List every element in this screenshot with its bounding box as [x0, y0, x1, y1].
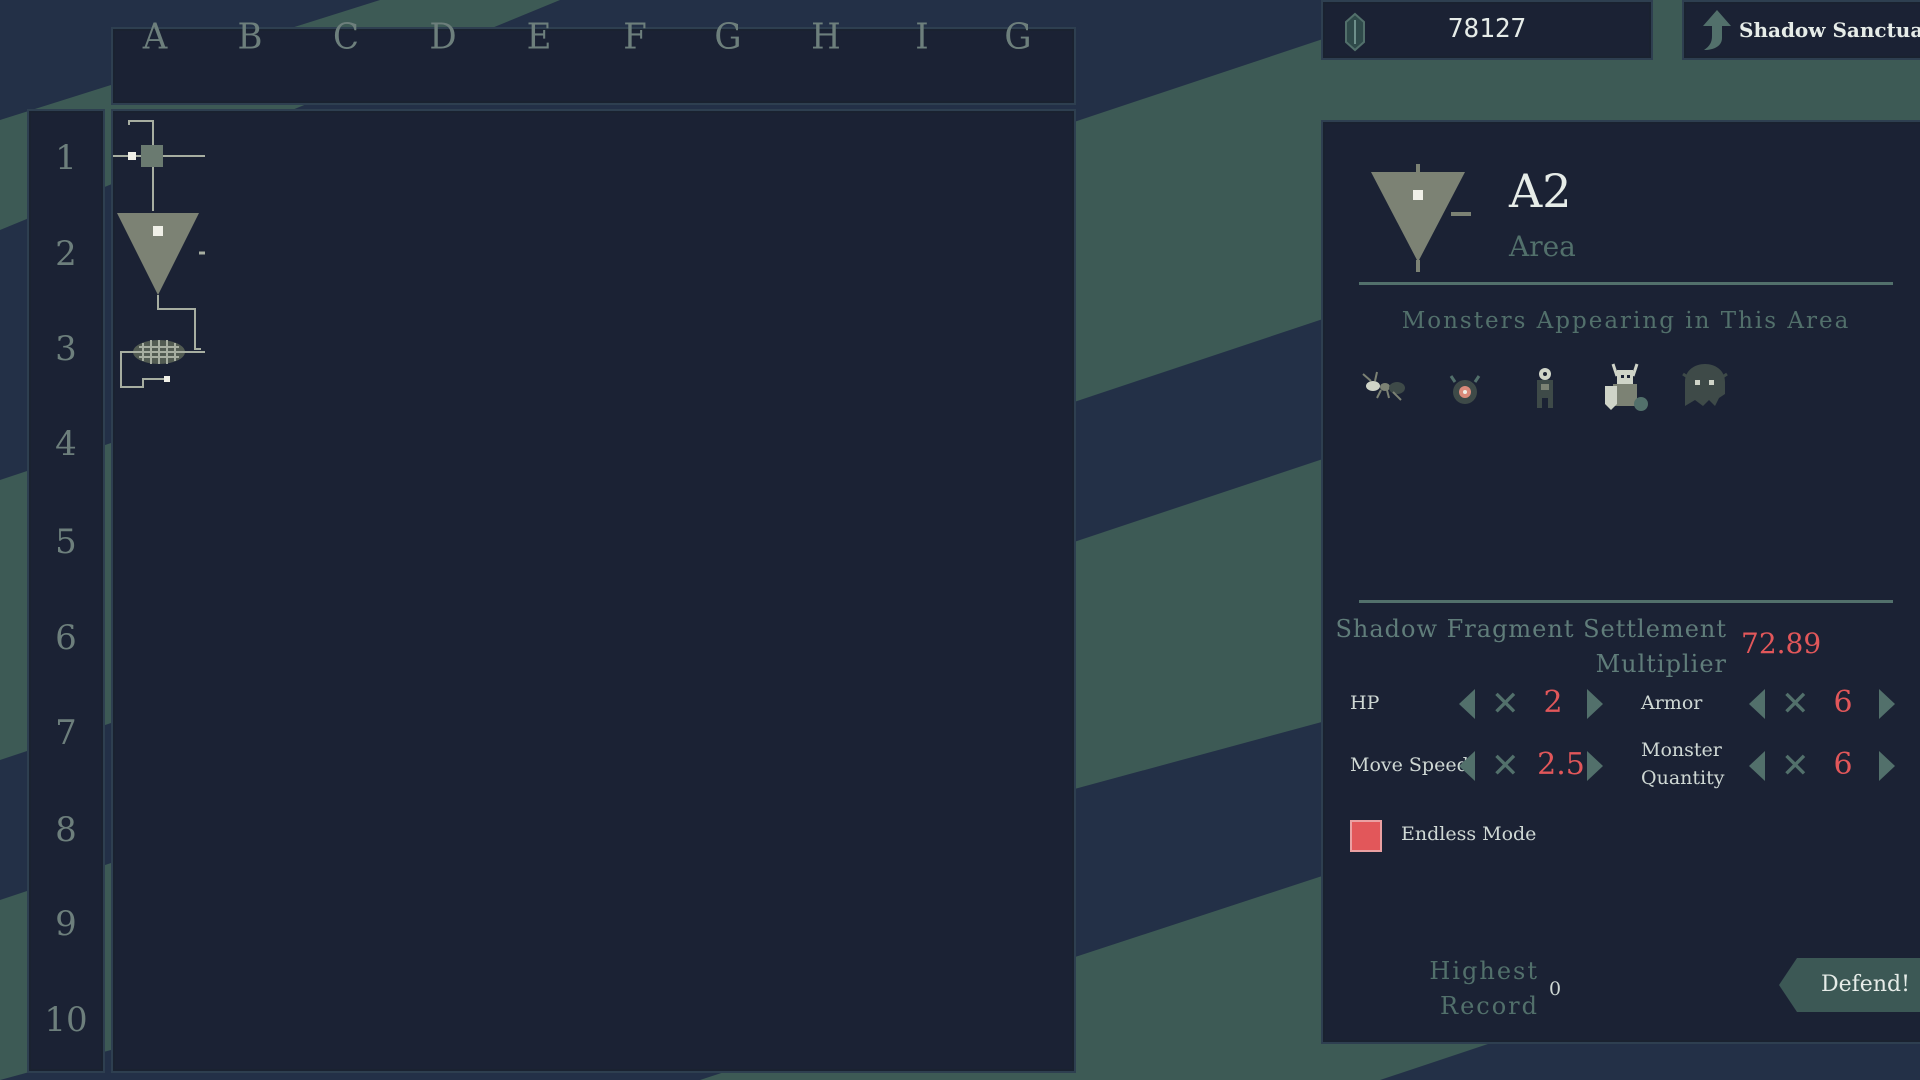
move-speed-increase-button[interactable] [1587, 751, 1603, 781]
row-label: 4 [55, 424, 77, 464]
column-label: D [429, 16, 457, 58]
settlement-label-line2: Multiplier [1595, 650, 1727, 678]
shadow-sanctuary-label: Shadow Sanctuary [1739, 18, 1920, 42]
horned-knight-monster-icon [1605, 363, 1648, 411]
row-label: 2 [55, 234, 77, 274]
settlement-multiplier-value: 72.89 [1741, 627, 1822, 660]
hp-decrease-button[interactable] [1459, 689, 1475, 719]
endless-mode-label: Endless Mode [1401, 823, 1537, 845]
column-label: F [623, 16, 647, 58]
column-label: B [237, 16, 263, 58]
column-label: H [811, 16, 841, 58]
divider [1359, 600, 1893, 603]
row-label: 6 [55, 618, 77, 658]
monster-quantity-decrease-button[interactable] [1749, 751, 1765, 781]
settlement-multiplier-label: Shadow Fragment Settlement Multiplier [1335, 612, 1727, 682]
row-label: 7 [55, 713, 77, 753]
armor-decrease-button[interactable] [1749, 689, 1765, 719]
row-label: 9 [55, 904, 77, 944]
times-icon: ✕ [1491, 684, 1520, 724]
currency-value: 78127 [1447, 14, 1527, 44]
map-grid[interactable] [111, 109, 1076, 1073]
armor-increase-button[interactable] [1879, 689, 1895, 719]
column-label: G [714, 16, 742, 58]
currency-display: 78127 [1321, 0, 1653, 60]
monster-quantity-label-line2: Quantity [1641, 767, 1725, 789]
endless-mode-checkbox[interactable] [1350, 820, 1382, 852]
path-network [113, 120, 205, 388]
times-icon: ✕ [1781, 746, 1810, 786]
row-label: 5 [55, 522, 77, 562]
settlement-label-line1: Shadow Fragment Settlement [1335, 615, 1727, 643]
shadow-sanctuary-button[interactable]: Shadow Sanctuary [1682, 0, 1920, 60]
highest-record-value: 0 [1549, 978, 1562, 1000]
defend-button[interactable]: Defend! [1779, 958, 1920, 1012]
column-label: E [526, 16, 552, 58]
highest-record-label: Highest Record [1429, 954, 1539, 1024]
ghost-monster-icon [1682, 364, 1728, 406]
column-label: I [915, 16, 929, 58]
move-speed-value: 2.5 [1537, 747, 1585, 782]
imp-monster-icon [1537, 368, 1553, 408]
monster-quantity-label: Monster Quantity [1641, 736, 1724, 792]
times-icon: ✕ [1781, 684, 1810, 724]
move-speed-label: Move Speed [1350, 754, 1469, 776]
funnel-area-icon [1371, 164, 1471, 272]
monsters-title: Monsters Appearing in This Area [1401, 308, 1851, 334]
divider [1359, 282, 1893, 285]
monster-quantity-increase-button[interactable] [1879, 751, 1895, 781]
monster-quantity-label-line1: Monster [1641, 739, 1722, 761]
row-label: 1 [55, 138, 77, 178]
column-label: G [1004, 16, 1032, 58]
move-speed-decrease-button[interactable] [1459, 751, 1475, 781]
monster-quantity-value: 6 [1833, 747, 1853, 782]
area-code: A2 [1509, 164, 1572, 218]
area-type: Area [1509, 230, 1576, 263]
ant-monster-icon [1362, 371, 1405, 401]
up-arrow-icon [1703, 10, 1731, 50]
row-label: 3 [55, 329, 77, 369]
bomb-monster-icon [1449, 375, 1481, 404]
hp-value: 2 [1543, 685, 1563, 720]
row-label: 8 [55, 810, 77, 850]
hp-label: HP [1350, 692, 1380, 714]
armor-value: 6 [1833, 685, 1853, 720]
highest-record-label-line1: Highest [1429, 957, 1539, 985]
column-label: C [332, 16, 359, 58]
area-info-panel: A2 Area Monsters Appearing in This Area [1321, 120, 1920, 1044]
row-label: 10 [44, 1000, 88, 1040]
column-label: A [142, 16, 168, 58]
times-icon: ✕ [1491, 746, 1520, 786]
defend-label: Defend! [1821, 972, 1910, 997]
highest-record-label-line2: Record [1440, 992, 1539, 1020]
hp-increase-button[interactable] [1587, 689, 1603, 719]
armor-label: Armor [1641, 692, 1703, 714]
